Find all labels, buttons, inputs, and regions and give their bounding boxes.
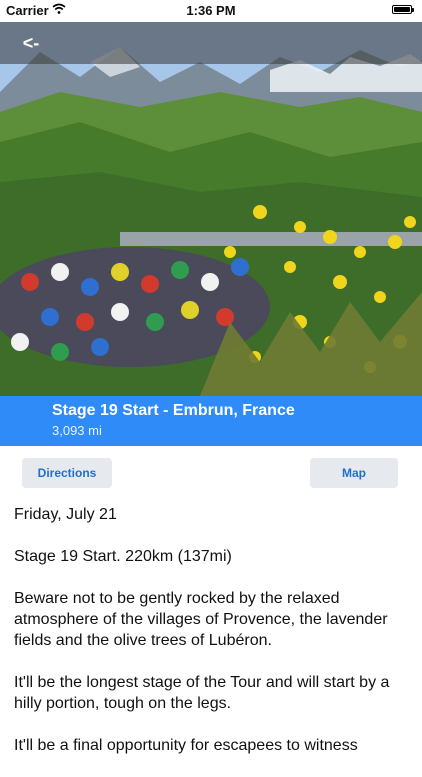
status-time: 1:36 PM [186, 3, 236, 18]
paragraph-2: It'll be the longest stage of the Tour a… [14, 674, 390, 712]
description-text: Friday, July 21 Stage 19 Start. 220km (1… [14, 504, 410, 777]
nav-bar: <- [0, 22, 422, 64]
stage-text: Stage 19 Start. 220km (137mi) [14, 548, 232, 565]
hero-photo: <- [0, 22, 422, 396]
paragraph-1: Beware not to be gently rocked by the re… [14, 590, 388, 649]
title-banner: Stage 19 Start - Embrun, France 3,093 mi [0, 396, 422, 446]
date-text: Friday, July 21 [14, 506, 117, 523]
paragraph-3: It'll be a final opportunity for escapee… [14, 737, 358, 754]
cyclists-mountain-photo [0, 22, 422, 396]
location-title: Stage 19 Start - Embrun, France [52, 402, 295, 419]
battery-icon [392, 5, 414, 14]
map-button[interactable]: Map [310, 458, 398, 488]
directions-button[interactable]: Directions [22, 458, 112, 488]
distance-label: 3,093 mi [52, 423, 102, 438]
back-button[interactable]: <- [14, 30, 48, 56]
status-bar: Carrier 1:36 PM [0, 0, 422, 22]
